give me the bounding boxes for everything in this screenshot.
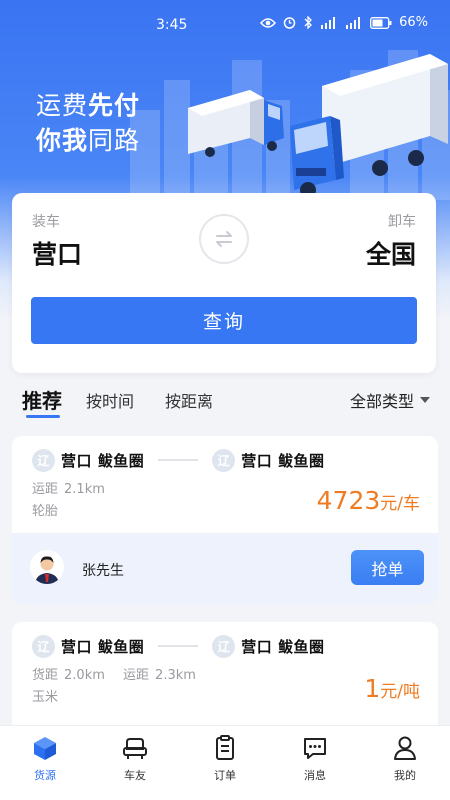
person-icon (394, 736, 416, 760)
freight-price: 1元/吨 (364, 674, 420, 703)
province-badge: 辽 (212, 634, 236, 658)
swap-route-button[interactable] (199, 214, 249, 264)
sort-tabs: 推荐 按时间 按距离 全部类型 (0, 380, 450, 420)
tab-by-time[interactable]: 按时间 (86, 388, 134, 412)
unload-label: 卸车 (388, 214, 416, 230)
load-city-selector[interactable]: 营口 (32, 235, 82, 271)
tab-active-indicator (26, 415, 60, 418)
route-row: 辽 营口 鲅鱼圈 辽 营口 鲅鱼圈 (32, 448, 324, 472)
user-avatar-icon (30, 550, 64, 584)
cargo-name: 轮胎 (32, 504, 59, 519)
unload-city-selector[interactable]: 全国 (366, 235, 416, 271)
route-destination: 营口 鲅鱼圈 (241, 637, 325, 656)
route-row: 辽 营口 鲅鱼圈 辽 营口 鲅鱼圈 (32, 634, 324, 658)
card-footer: 张先生 抢单 (12, 533, 438, 605)
nav-label: 货源 (34, 769, 56, 782)
alarm-icon (283, 17, 296, 29)
bluetooth-icon (304, 16, 313, 29)
route-origin: 营口 鲅鱼圈 (61, 637, 145, 656)
caret-down-icon (420, 397, 430, 403)
route-destination: 营口 鲅鱼圈 (241, 451, 325, 470)
signal-2-icon (346, 17, 361, 29)
nav-item-profile[interactable]: 我的 (360, 726, 450, 800)
freight-price: 4723元/车 (316, 486, 420, 515)
bottom-nav: 货源 车友 订单 消息 我的 (0, 725, 450, 800)
eye-icon (260, 17, 277, 28)
province-badge: 辽 (32, 448, 55, 472)
grab-order-button[interactable]: 抢单 (351, 550, 424, 585)
swap-arrows-icon (216, 231, 232, 247)
type-filter-label: 全部类型 (349, 392, 414, 411)
load-label: 装车 (32, 214, 60, 230)
distance-info: 运距 2.1km (32, 482, 105, 497)
route-search-card: 装车 营口 卸车 全国 查询 (12, 193, 436, 373)
query-button[interactable]: 查询 (31, 297, 417, 344)
battery-percent: 66% (399, 15, 428, 30)
nav-label: 订单 (214, 769, 236, 782)
car-icon (123, 738, 147, 759)
chat-icon (304, 738, 326, 759)
nav-item-orders[interactable]: 订单 (180, 726, 270, 800)
cube-icon (34, 737, 56, 760)
status-bar: 3:45 66% (0, 0, 450, 52)
nav-item-friends[interactable]: 车友 (90, 726, 180, 800)
clipboard-icon (216, 735, 234, 760)
signal-1-icon (321, 17, 336, 29)
status-time: 3:45 (156, 17, 188, 33)
route-origin: 营口 鲅鱼圈 (61, 451, 145, 470)
slogan: 运费先付 你我同路 (36, 91, 141, 155)
province-badge: 辽 (212, 448, 236, 472)
battery-icon (370, 16, 392, 29)
province-badge: 辽 (32, 634, 55, 658)
order-card[interactable]: 辽 营口 鲅鱼圈 辽 营口 鲅鱼圈 运距 2.1km 轮胎 4723元/车 张先生… (12, 436, 438, 605)
cargo-name: 玉米 (32, 690, 59, 705)
nav-label: 车友 (124, 769, 146, 782)
nav-item-cargo[interactable]: 货源 (0, 726, 90, 800)
distance-info: 货距 2.0km 运距 2.3km (32, 668, 196, 683)
trucks-illustration (188, 54, 448, 198)
tab-recommend[interactable]: 推荐 (22, 385, 62, 414)
route-arrow-line (158, 645, 199, 647)
contact-name: 张先生 (82, 563, 124, 579)
type-filter-dropdown[interactable]: 全部类型 (350, 388, 430, 412)
nav-item-messages[interactable]: 消息 (270, 726, 360, 800)
tab-by-distance[interactable]: 按距离 (165, 388, 213, 412)
nav-label: 消息 (304, 769, 326, 782)
route-arrow-line (158, 459, 199, 461)
order-card[interactable]: 辽 营口 鲅鱼圈 辽 营口 鲅鱼圈 货距 2.0km 运距 2.3km 玉米 1元/… (12, 622, 438, 742)
nav-label: 我的 (394, 769, 416, 782)
avatar (30, 550, 64, 584)
